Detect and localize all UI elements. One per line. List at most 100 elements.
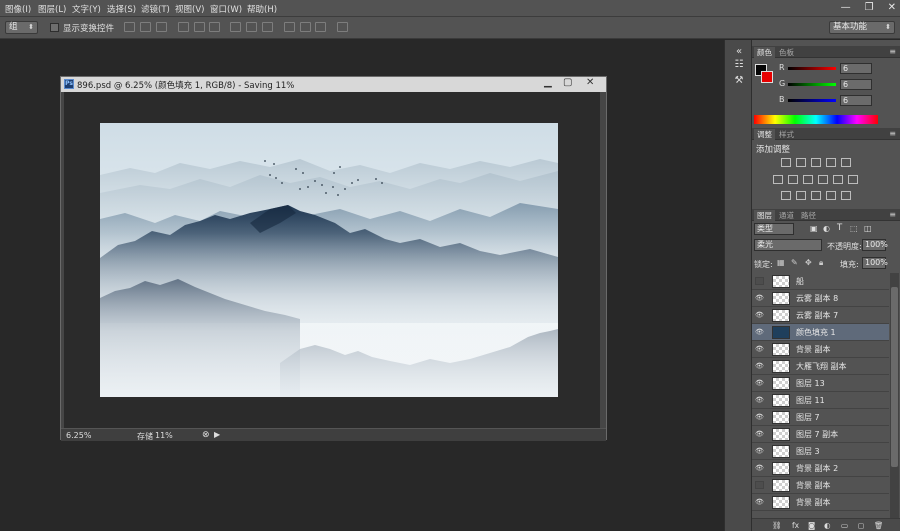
- selective-color-icon[interactable]: [841, 191, 851, 200]
- zoom-level[interactable]: 6.25%: [66, 431, 91, 440]
- layer-row[interactable]: 👁︎ 背景 副本: [752, 494, 889, 511]
- layer-row[interactable]: 👁︎ 图层 13: [752, 375, 889, 392]
- black-white-icon[interactable]: [803, 175, 813, 184]
- lock-position-icon[interactable]: ✥: [805, 258, 812, 267]
- close-icon[interactable]: ✕: [586, 77, 594, 88]
- layer-name[interactable]: 颜色填充 1: [796, 327, 836, 338]
- distribute-bottom-icon[interactable]: [262, 22, 273, 32]
- menu-layer[interactable]: 图层(L): [38, 3, 66, 15]
- layer-style-icon[interactable]: fx: [792, 521, 799, 530]
- visibility-eye-icon[interactable]: [755, 481, 764, 489]
- history-icon[interactable]: ☷: [731, 58, 747, 72]
- posterize-icon[interactable]: [796, 191, 806, 200]
- panel-menu-icon[interactable]: ≡: [889, 47, 896, 56]
- visibility-eye-icon[interactable]: 👁︎: [755, 498, 764, 506]
- align-left-icon[interactable]: [178, 22, 189, 32]
- layer-name[interactable]: 云雾 副本 8: [796, 293, 838, 304]
- tab-swatches[interactable]: 色板: [776, 47, 797, 58]
- layer-row[interactable]: 👁︎ 图层 7 副本: [752, 426, 889, 443]
- layer-row[interactable]: 👁︎ 背景 副本 2: [752, 460, 889, 477]
- visibility-eye-icon[interactable]: 👁︎: [755, 311, 764, 319]
- blue-slider[interactable]: [788, 99, 836, 102]
- align-vcenter-icon[interactable]: [140, 22, 151, 32]
- layer-name[interactable]: 大雁飞翔 副本: [796, 361, 847, 372]
- close-icon[interactable]: ✕: [888, 2, 896, 13]
- canvas-area[interactable]: [64, 92, 600, 428]
- align-hcenter-icon[interactable]: [194, 22, 205, 32]
- tab-layers[interactable]: 图层: [754, 210, 775, 221]
- distribute-vcenter-icon[interactable]: [246, 22, 257, 32]
- distribute-hcenter-icon[interactable]: [300, 22, 311, 32]
- tab-styles[interactable]: 样式: [776, 129, 797, 140]
- layer-name[interactable]: 云雾 副本 7: [796, 310, 838, 321]
- visibility-eye-icon[interactable]: [755, 277, 764, 285]
- menu-view[interactable]: 视图(V): [175, 3, 204, 15]
- panel-menu-icon[interactable]: ≡: [889, 210, 896, 219]
- menu-filter[interactable]: 滤镜(T): [141, 3, 170, 15]
- tab-paths[interactable]: 路径: [798, 210, 819, 221]
- lock-transparent-icon[interactable]: ▦: [777, 258, 785, 267]
- align-top-icon[interactable]: [124, 22, 135, 32]
- visibility-eye-icon[interactable]: 👁︎: [755, 294, 764, 302]
- distribute-right-icon[interactable]: [315, 22, 326, 32]
- layer-row[interactable]: 👁︎ 大雁飞翔 副本: [752, 358, 889, 375]
- properties-icon[interactable]: ⚒: [731, 74, 747, 88]
- new-group-icon[interactable]: ▭: [841, 521, 848, 530]
- visibility-eye-icon[interactable]: 👁︎: [755, 447, 764, 455]
- visibility-eye-icon[interactable]: 👁︎: [755, 430, 764, 438]
- vibrance-icon[interactable]: [841, 158, 851, 167]
- delete-layer-icon[interactable]: 🗑︎: [874, 521, 884, 530]
- fill-field[interactable]: 100%: [862, 257, 888, 269]
- background-color-swatch[interactable]: [761, 71, 773, 83]
- menu-select[interactable]: 选择(S): [107, 3, 136, 15]
- visibility-eye-icon[interactable]: 👁︎: [755, 396, 764, 404]
- curves-icon[interactable]: [811, 158, 821, 167]
- document-title-bar[interactable]: Ps 896.psd @ 6.25% (颜色填充 1, RGB/8) - Sav…: [61, 77, 606, 92]
- layer-name[interactable]: 图层 7: [796, 412, 820, 423]
- layer-row[interactable]: 👁︎ 云雾 副本 7: [752, 307, 889, 324]
- visibility-eye-icon[interactable]: 👁︎: [755, 362, 764, 370]
- filter-pixel-icon[interactable]: ▣: [810, 224, 818, 233]
- filter-type-icon[interactable]: T: [837, 223, 842, 233]
- menu-help[interactable]: 帮助(H): [247, 3, 277, 15]
- visibility-eye-icon[interactable]: 👁︎: [755, 413, 764, 421]
- minimize-icon[interactable]: ▁: [544, 77, 552, 88]
- menu-window[interactable]: 窗口(W): [210, 3, 242, 15]
- red-slider[interactable]: [788, 67, 836, 70]
- collapse-arrows-icon[interactable]: «: [731, 45, 747, 59]
- layer-name[interactable]: 图层 7 副本: [796, 429, 838, 440]
- layer-row[interactable]: 👁︎ 颜色填充 1: [752, 324, 889, 341]
- workspace-dropdown[interactable]: 基本功能 ⬍: [829, 21, 895, 34]
- layer-name[interactable]: 背景 副本: [796, 344, 831, 355]
- filter-shape-icon[interactable]: ⬚: [850, 224, 858, 233]
- green-value[interactable]: 6: [840, 79, 872, 90]
- filter-smart-icon[interactable]: ◫: [864, 224, 872, 233]
- auto-align-icon[interactable]: [337, 22, 348, 32]
- visibility-eye-icon[interactable]: 👁︎: [755, 345, 764, 353]
- minimize-icon[interactable]: —: [841, 2, 851, 13]
- tab-channels[interactable]: 通道: [776, 210, 797, 221]
- channel-mixer-icon[interactable]: [833, 175, 843, 184]
- lock-all-icon[interactable]: 🔒︎: [819, 258, 823, 268]
- red-value[interactable]: 6: [840, 63, 872, 74]
- blend-mode-dropdown[interactable]: 柔光: [754, 239, 822, 251]
- layer-name[interactable]: 船: [796, 276, 804, 287]
- link-layers-icon[interactable]: ⛓: [772, 521, 782, 530]
- layer-name[interactable]: 背景 副本 2: [796, 463, 838, 474]
- cancel-save-icon[interactable]: ⊗: [202, 430, 210, 440]
- panel-menu-icon[interactable]: ≡: [889, 129, 896, 138]
- color-spectrum-bar[interactable]: [754, 115, 878, 124]
- distribute-top-icon[interactable]: [230, 22, 241, 32]
- hue-saturation-icon[interactable]: [773, 175, 783, 184]
- layer-row[interactable]: 👁︎ 背景 副本: [752, 341, 889, 358]
- exposure-icon[interactable]: [826, 158, 836, 167]
- canvas-artwork[interactable]: [100, 123, 558, 397]
- visibility-eye-icon[interactable]: 👁︎: [755, 379, 764, 387]
- new-adjustment-icon[interactable]: ◐: [824, 521, 831, 530]
- add-mask-icon[interactable]: ◙: [808, 521, 815, 530]
- layer-row[interactable]: 👁︎ 图层 3: [752, 443, 889, 460]
- layer-name[interactable]: 背景 副本: [796, 497, 831, 508]
- layer-name[interactable]: 图层 11: [796, 395, 825, 406]
- layer-row[interactable]: 船: [752, 273, 889, 290]
- align-right-icon[interactable]: [209, 22, 220, 32]
